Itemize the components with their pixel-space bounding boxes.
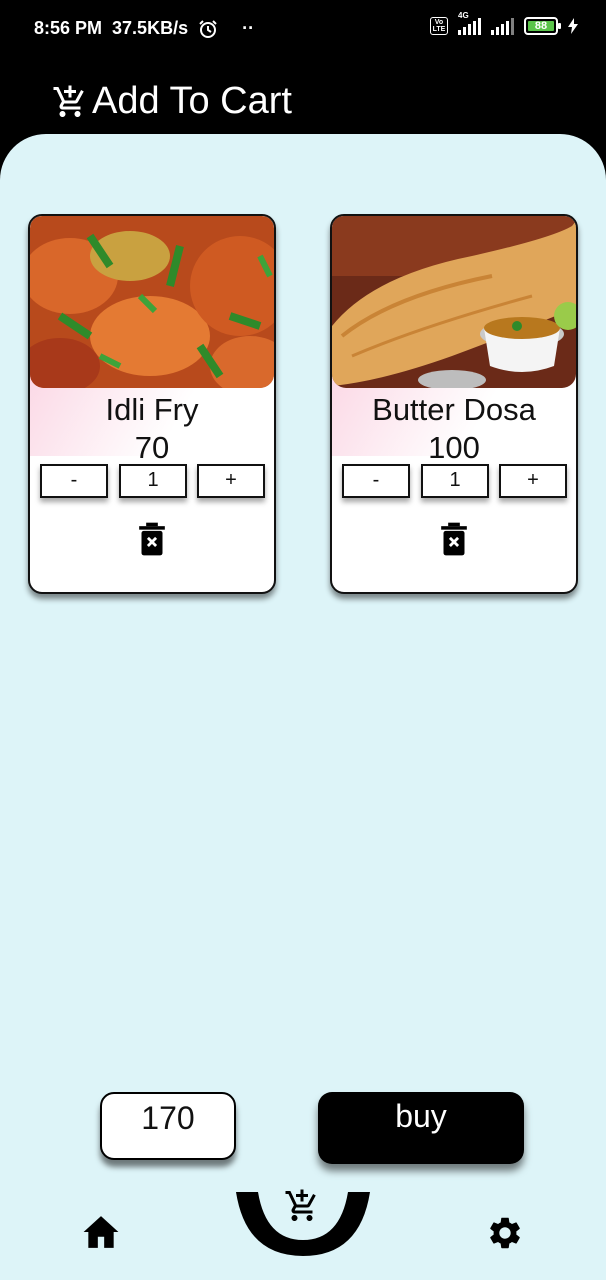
- idli-fry-photo: [30, 216, 274, 388]
- food-image: [30, 216, 274, 388]
- quantity-stepper: - 1 +: [40, 464, 266, 498]
- status-time: 8:56 PM: [34, 18, 103, 38]
- status-dots: ··: [242, 18, 255, 38]
- quantity-value[interactable]: 1: [421, 464, 489, 498]
- nav-cart-button[interactable]: [236, 1188, 370, 1258]
- header-title-group: Add To Cart: [52, 80, 292, 123]
- signal-icon: [491, 17, 514, 35]
- network-type: 4G: [458, 11, 469, 20]
- butter-dosa-photo: [332, 216, 576, 388]
- item-price: 100: [428, 430, 480, 465]
- home-icon[interactable]: [82, 1214, 120, 1250]
- volte-icon: Vo LTE: [430, 17, 448, 35]
- cart-plus-icon: [285, 1189, 316, 1221]
- quantity-stepper: - 1 +: [342, 464, 568, 498]
- signal-4g-icon: 4G: [458, 11, 481, 35]
- delete-icon[interactable]: [138, 522, 166, 556]
- page-title: Add To Cart: [92, 80, 292, 122]
- cart-plus-icon: [53, 85, 84, 117]
- cart-panel: Idli Fry 70 - 1 + Butter Dosa 100 - 1 + …: [0, 134, 606, 1280]
- buy-button[interactable]: buy: [318, 1092, 524, 1164]
- quantity-value[interactable]: 1: [119, 464, 187, 498]
- cart-item-card: Idli Fry 70 - 1 +: [28, 214, 276, 594]
- gear-icon[interactable]: [486, 1214, 524, 1252]
- increase-quantity-button[interactable]: +: [499, 464, 567, 498]
- alarm-icon: [199, 19, 217, 38]
- delete-icon[interactable]: [440, 522, 468, 556]
- cart-item-card: Butter Dosa 100 - 1 +: [330, 214, 578, 594]
- status-bar-right: Vo LTE 4G 88: [430, 11, 578, 35]
- app-header: Add To Cart: [0, 60, 606, 140]
- food-image: [332, 216, 576, 388]
- item-name: Idli Fry: [105, 392, 199, 427]
- decrease-quantity-button[interactable]: -: [342, 464, 410, 498]
- increase-quantity-button[interactable]: +: [197, 464, 265, 498]
- battery-level: 88: [528, 21, 554, 32]
- item-name: Butter Dosa: [372, 392, 536, 427]
- status-network-speed: 37.5KB/s: [112, 18, 189, 38]
- status-bar: 8:56 PM 37.5KB/s ·· Vo LTE 4G 88: [0, 0, 606, 60]
- item-price: 70: [134, 430, 170, 465]
- decrease-quantity-button[interactable]: -: [40, 464, 108, 498]
- cart-total: 170: [100, 1092, 236, 1160]
- battery-icon: 88: [524, 17, 561, 35]
- status-bar-left: 8:56 PM 37.5KB/s ··: [34, 18, 254, 39]
- charging-icon: [568, 18, 578, 34]
